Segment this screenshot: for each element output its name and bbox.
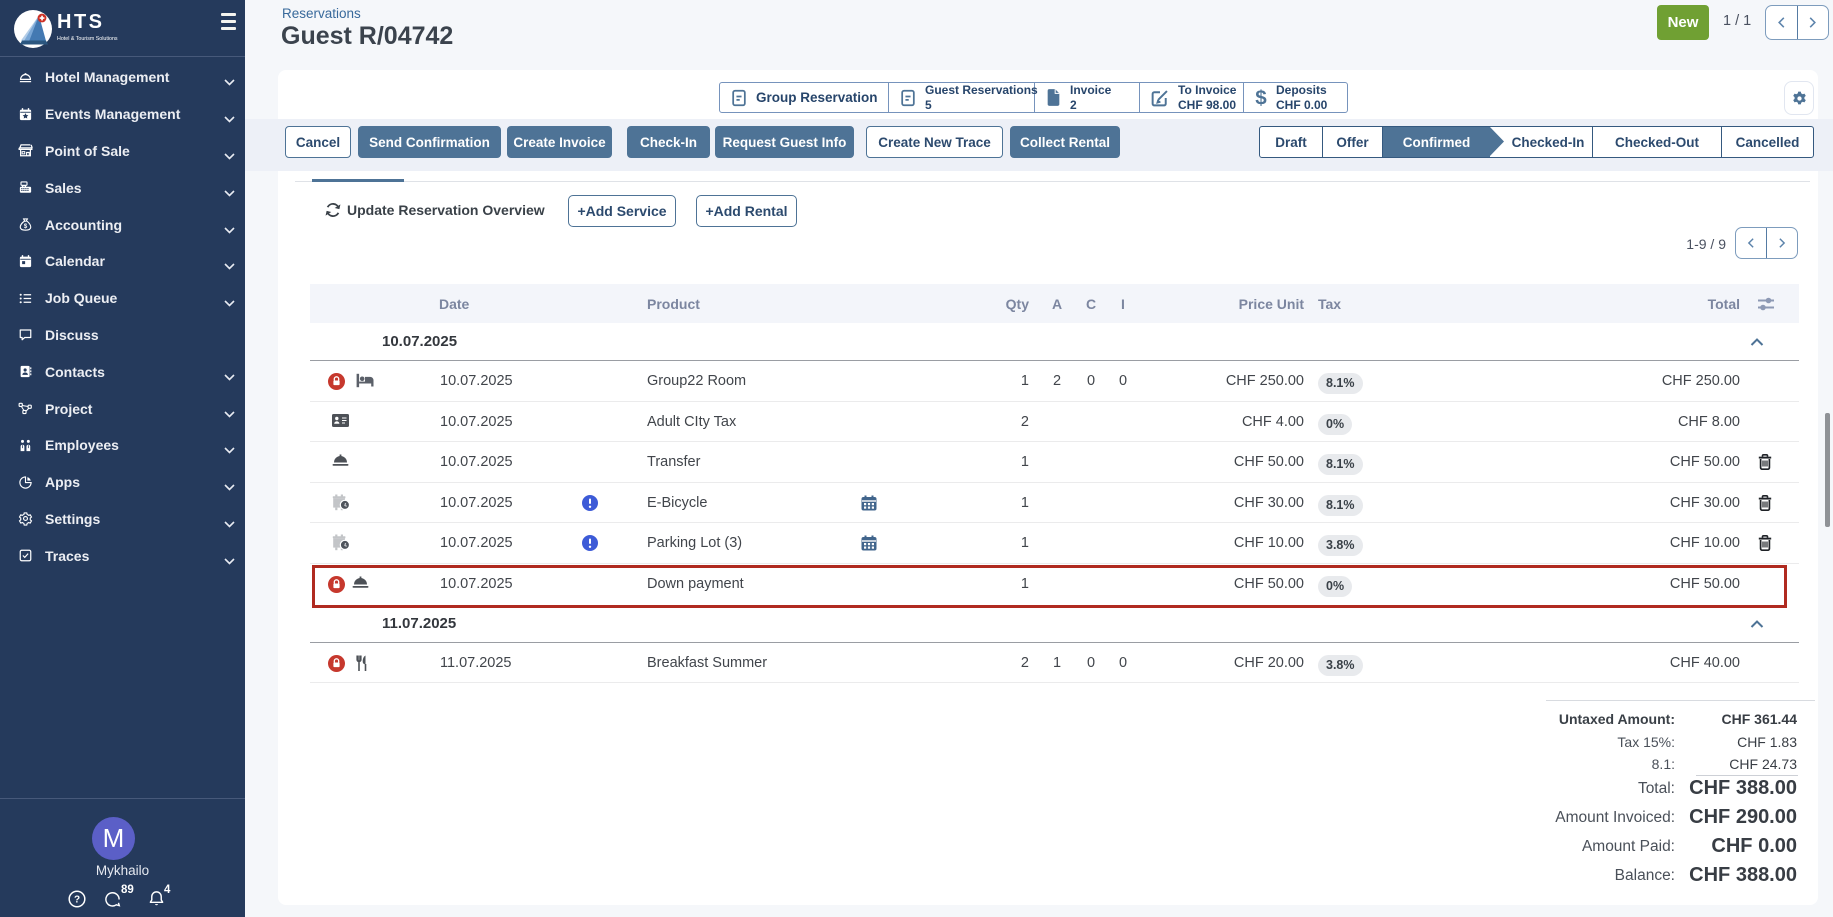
svg-text:$: $ xyxy=(23,224,27,230)
svg-text:?: ? xyxy=(74,895,80,906)
svg-text:$: $ xyxy=(1255,87,1267,108)
